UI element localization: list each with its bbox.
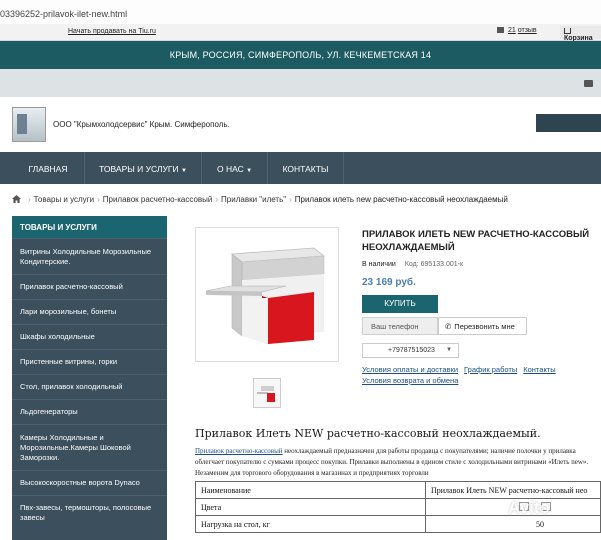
sidebar-item[interactable]: Пристенные витрины, горки bbox=[12, 349, 167, 374]
breadcrumb-separator: › bbox=[28, 195, 31, 204]
breadcrumb-item[interactable]: Прилавки "илеть" bbox=[221, 195, 286, 204]
sidebar-item[interactable]: Лари морозильные, бонеты bbox=[12, 299, 167, 324]
table-row: Наименование Прилавок Илеть NEW расчетно… bbox=[195, 481, 601, 499]
cart-button[interactable]: Корзина bbox=[560, 26, 601, 42]
nav-home[interactable]: ГЛАВНАЯ bbox=[12, 152, 85, 184]
nav-products[interactable]: ТОВАРЫ И УСЛУГИ ▼ bbox=[85, 152, 202, 184]
cart-icon bbox=[564, 28, 571, 34]
sidebar-title: ТОВАРЫ И УСЛУГИ bbox=[12, 216, 167, 238]
message-icon[interactable] bbox=[584, 80, 593, 87]
chevron-down-icon: ▼ bbox=[180, 168, 187, 174]
info-links: Условия оплаты и доставки График работы Ко… bbox=[362, 364, 562, 386]
company-name[interactable]: ООО "Крымхолодсервис" Крым. Симферополь. bbox=[53, 120, 230, 129]
breadcrumb-current: Прилавок илеть new расчетно-кассовый нео… bbox=[294, 195, 508, 204]
reviews-label: отзыв bbox=[517, 27, 537, 34]
product-code: Код: 695133.001-к bbox=[404, 261, 464, 268]
header-band bbox=[0, 69, 601, 97]
product-thumbnail[interactable] bbox=[253, 378, 281, 408]
spec-name: Нагрузка на стол, кг bbox=[195, 515, 426, 533]
spec-name: Наименование bbox=[195, 481, 426, 499]
product-price: 23 169 руб. bbox=[362, 277, 416, 288]
home-icon[interactable] bbox=[12, 195, 21, 203]
product-image[interactable] bbox=[195, 227, 339, 362]
breadcrumb-item[interactable]: Прилавок расчетно-кассовый bbox=[103, 195, 213, 204]
chat-icon bbox=[497, 27, 504, 33]
table-row: Нагрузка на стол, кг 50 bbox=[195, 515, 601, 533]
spec-value: Прилавок Илеть NEW расчетно-кассовый нео bbox=[425, 481, 601, 499]
callback-button[interactable]: ✆ Перезвонить мне bbox=[438, 317, 527, 335]
returns-link[interactable]: Условия возврата и обмена bbox=[362, 376, 458, 385]
company-header: ООО "Крымхолодсервис" Крым. Симферополь. bbox=[0, 97, 601, 152]
search-input[interactable] bbox=[536, 114, 601, 132]
breadcrumb: › Товары и услуги › Прилавок расчетно-кассо… bbox=[0, 184, 601, 214]
sidebar-item[interactable]: Прилавок расчетно-кассовый bbox=[12, 274, 167, 299]
nav-contacts[interactable]: КОНТАКТЫ bbox=[268, 152, 344, 184]
product-title: ПРИЛАВОК ИЛЕТЬ NEW РАСЧЕТНО-КАССОВЫЙ НЕО… bbox=[362, 229, 590, 253]
product-main: ПРИЛАВОК ИЛЕТЬ NEW РАСЧЕТНО-КАССОВЫЙ НЕО… bbox=[181, 216, 601, 540]
description-text: Прилавок расчетно-кассовый неохлаждаемый… bbox=[195, 447, 589, 477]
sidebar-item[interactable]: Стол, прилавок холодильный bbox=[12, 374, 167, 399]
company-logo[interactable] bbox=[12, 107, 46, 142]
sidebar-item[interactable]: Пвх-завесы, термошторы, полосовые завесы bbox=[12, 495, 167, 530]
sidebar-item[interactable]: Высокоскоростные ворота Dynaco bbox=[12, 470, 167, 495]
payment-delivery-link[interactable]: Условия оплаты и доставки bbox=[362, 365, 458, 374]
address-text: КРЫМ, РОССИЯ, СИМФЕРОПОЛЬ, УЛ. КЕЧКЕМЕТС… bbox=[169, 50, 432, 60]
nav-about[interactable]: О НАС ▼ bbox=[202, 152, 268, 184]
buy-button[interactable]: КУПИТЬ bbox=[362, 295, 438, 313]
phone-dropdown[interactable]: +79787515023 ▼ bbox=[362, 343, 459, 358]
sell-on-tiu-link[interactable]: Начать продавать на Tiu.ru bbox=[68, 28, 156, 35]
chevron-down-icon: ▼ bbox=[446, 347, 452, 353]
spec-name: Цвета bbox=[195, 498, 426, 516]
phone-input[interactable]: Ваш телефон bbox=[362, 317, 438, 335]
sidebar-item[interactable]: Льдогенераторы bbox=[12, 399, 167, 424]
reviews-count: 21 bbox=[508, 27, 516, 34]
chevron-down-icon: ▼ bbox=[246, 168, 253, 174]
sidebar-item[interactable]: Камеры Холодильные и Морозильные.Камеры … bbox=[12, 424, 167, 470]
reviews-link[interactable]: 21 отзыв bbox=[497, 27, 537, 34]
sidebar: ТОВАРЫ И УСЛУГИ Витрины Холодильные Моро… bbox=[12, 216, 167, 540]
description-title: Прилавок Илеть NEW расчетно-кассовый нео… bbox=[195, 427, 541, 440]
description-link[interactable]: Прилавок расчетно-кассовый bbox=[195, 447, 283, 455]
main-nav: ГЛАВНАЯ ТОВАРЫ И УСЛУГИ ▼ О НАС ▼ КОНТАК… bbox=[0, 152, 601, 184]
spec-value: 50 bbox=[425, 515, 601, 533]
schedule-link[interactable]: График работы bbox=[464, 365, 517, 374]
breadcrumb-item[interactable]: Товары и услуги bbox=[34, 195, 94, 204]
stock-status: В наличии Код: 695133.001-к bbox=[362, 261, 464, 268]
top-bar: Начать продавать на Tiu.ru 21 отзыв Корз… bbox=[0, 24, 601, 42]
avito-watermark: Avito bbox=[508, 498, 550, 517]
contacts-link[interactable]: Контакты bbox=[523, 365, 555, 374]
address-banner: КРЫМ, РОССИЯ, СИМФЕРОПОЛЬ, УЛ. КЕЧКЕМЕТС… bbox=[0, 41, 601, 69]
browser-url: 03396252-prilavok-ilet-new.html bbox=[0, 0, 601, 24]
sidebar-item[interactable]: Шкафы холодильные bbox=[12, 324, 167, 349]
sidebar-item[interactable]: Витрины Холодильные Морозильные Кондитер… bbox=[12, 238, 167, 274]
phone-icon: ✆ bbox=[445, 322, 452, 331]
